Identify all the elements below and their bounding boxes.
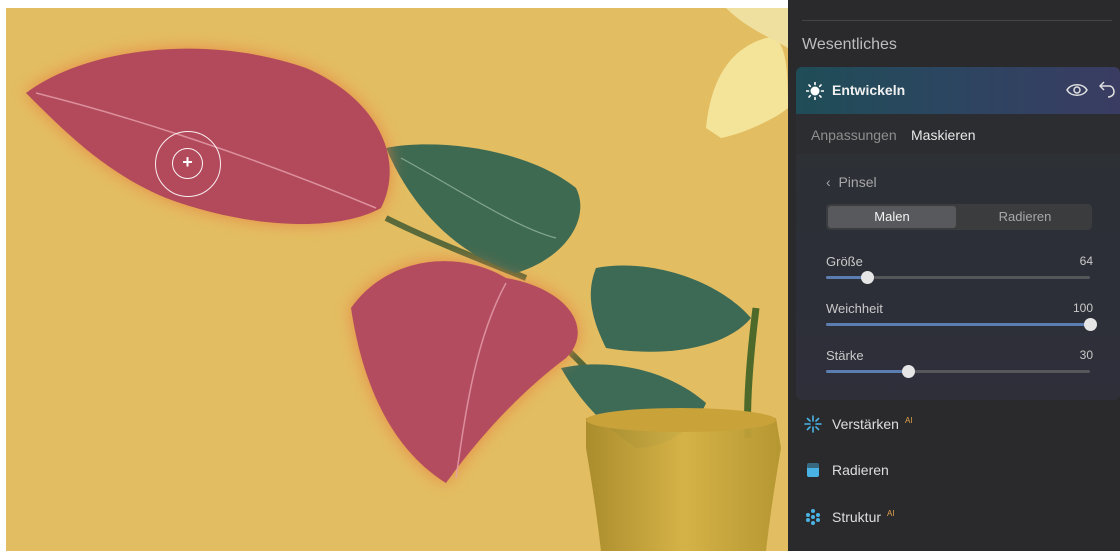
strength-slider-value: 30 bbox=[1079, 348, 1093, 362]
softness-slider-label: Weichheit bbox=[826, 301, 883, 316]
size-slider-value: 64 bbox=[1079, 254, 1093, 268]
size-slider[interactable] bbox=[826, 271, 1090, 284]
softness-slider-value: 100 bbox=[1072, 301, 1093, 315]
size-slider-handle[interactable] bbox=[860, 271, 874, 284]
ai-badge: AI bbox=[887, 509, 895, 519]
undo-icon[interactable] bbox=[1099, 80, 1115, 98]
sun-icon bbox=[806, 82, 824, 100]
divider bbox=[802, 20, 1112, 21]
photo-canvas[interactable]: + bbox=[6, 8, 788, 551]
tab-adjustments[interactable]: Anpassungen bbox=[811, 127, 897, 143]
brush-mode-toggle: Malen Radieren bbox=[826, 204, 1092, 230]
sparkle-icon bbox=[804, 415, 822, 433]
erase-mode-button[interactable]: Radieren bbox=[960, 204, 1090, 230]
eraser-icon bbox=[807, 463, 819, 477]
strength-slider-handle[interactable] bbox=[901, 365, 915, 378]
tool-structure-label: Struktur bbox=[832, 509, 882, 525]
brush-back-link[interactable]: ‹ Pinsel bbox=[826, 174, 877, 190]
brush-back-label: Pinsel bbox=[838, 174, 877, 190]
paint-mode-button[interactable]: Malen bbox=[828, 206, 956, 228]
tool-enhance-label: Verstärken bbox=[832, 416, 899, 432]
photo-image bbox=[26, 8, 788, 551]
develop-label: Entwickeln bbox=[832, 82, 906, 98]
softness-slider-handle[interactable] bbox=[1084, 318, 1097, 331]
tab-bar: Anpassungen Maskieren bbox=[796, 114, 1120, 154]
strength-slider[interactable] bbox=[826, 365, 1090, 378]
develop-header[interactable]: Entwickeln bbox=[796, 67, 1120, 114]
develop-body: Anpassungen Maskieren ‹ Pinsel Malen Rad… bbox=[796, 114, 1120, 400]
strength-slider-label: Stärke bbox=[826, 348, 864, 363]
size-slider-label: Größe bbox=[826, 254, 863, 269]
section-title: Wesentliches bbox=[802, 36, 897, 53]
softness-slider-fill bbox=[826, 323, 1090, 326]
chevron-left-icon: ‹ bbox=[826, 174, 839, 190]
softness-slider[interactable] bbox=[826, 318, 1097, 331]
tool-erase-label: Radieren bbox=[832, 462, 889, 478]
adjustments-panel: Wesentliches Entwickeln Anpassungen Mask… bbox=[788, 0, 1120, 551]
crosshair-icon: + bbox=[172, 148, 203, 179]
brush-cursor: + bbox=[155, 131, 221, 197]
eye-icon[interactable] bbox=[1066, 82, 1088, 98]
tab-masking[interactable]: Maskieren bbox=[911, 127, 976, 143]
strength-slider-fill bbox=[826, 370, 908, 373]
structure-icon bbox=[806, 509, 820, 525]
ai-badge: AI bbox=[904, 416, 913, 426]
